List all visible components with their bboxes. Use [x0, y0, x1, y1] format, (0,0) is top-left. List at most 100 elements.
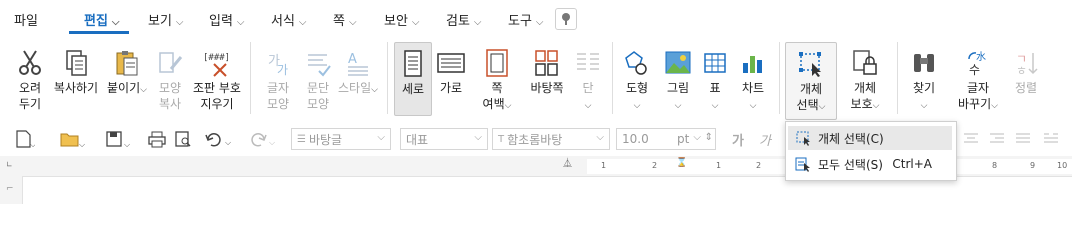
page-margin-button[interactable]: 쪽 여백⌵ — [477, 36, 517, 120]
menu-insert[interactable]: 입력 ⌵ — [209, 10, 245, 29]
undo-button[interactable]: ⌵ — [202, 128, 236, 150]
portrait-page-icon — [396, 47, 430, 81]
menu-item-label: 모두 선택(S) — [818, 157, 883, 172]
binoculars-icon — [907, 46, 941, 80]
menu-item-object-select[interactable]: 개체 선택(C) — [788, 126, 952, 150]
chevron-down-icon: ⌵ — [712, 96, 719, 114]
shape-chevron: ⌵ — [633, 101, 641, 111]
menu-file[interactable]: 파일 — [14, 10, 38, 29]
chart-icon — [736, 46, 770, 80]
para-shape-icon — [301, 46, 335, 80]
menu-view[interactable]: 보기 ⌵ — [148, 10, 184, 29]
page-margin-label-2: 여백 — [482, 97, 505, 111]
char-replace-icon: 水수 — [961, 46, 995, 80]
print-preview-button[interactable] — [172, 128, 194, 150]
align-right-icon — [990, 133, 1004, 143]
para-shape-button[interactable]: 문단 모양 — [296, 36, 340, 120]
copy-button[interactable]: 복사하기 — [50, 36, 102, 120]
chevron-down-icon: ⌵ — [634, 96, 641, 114]
menu-file-label: 파일 — [14, 14, 38, 29]
chevron-down-icon: ⌵ — [111, 17, 120, 28]
first-line-indent-marker-icon[interactable]: ⌛ — [676, 158, 687, 168]
font-size-value: 10.0 — [622, 132, 649, 146]
pin-icon — [562, 13, 570, 25]
align-right-button[interactable] — [986, 128, 1008, 150]
object-protect-button[interactable]: 개체 보호⌵ — [843, 36, 887, 120]
paste-button[interactable]: 붙이기⌵ — [105, 36, 149, 120]
chevron-down-icon: ⌵ — [348, 17, 357, 28]
chevron-down-icon: ⌵ — [585, 96, 592, 114]
ribbon-separator — [387, 42, 388, 114]
table-button[interactable]: 표 ⌵ — [697, 36, 733, 120]
svg-text:가: 가 — [277, 63, 288, 77]
chevron-down-icon: ⌵ — [377, 132, 385, 143]
folder-icon: ⌵ — [60, 133, 85, 149]
ruler-corner-icon: ∟ — [6, 160, 13, 169]
portrait-button[interactable]: 세로 — [394, 42, 432, 116]
char-shape-button[interactable]: 가가 글자 모양 — [256, 36, 300, 120]
picture-icon — [661, 46, 695, 80]
menu-format-label: 서식 — [271, 14, 295, 29]
ribbon-toggle-button[interactable] — [555, 8, 577, 30]
font-combo[interactable]: T 함초롬바탕 ⌵ — [492, 128, 610, 150]
align-center-button[interactable] — [960, 128, 982, 150]
object-select-menu: 개체 선택(C) 모두 선택(S) Ctrl+A — [785, 121, 957, 181]
print-button[interactable] — [146, 128, 168, 150]
menu-tools[interactable]: 도구 ⌵ — [508, 10, 544, 29]
menu-page[interactable]: 쪽 ⌵ — [333, 10, 357, 29]
clear-format-button[interactable]: [###] 조판 부호 지우기 — [190, 36, 244, 120]
language-combo[interactable]: 대표 ⌵ — [400, 128, 488, 150]
menu-format[interactable]: 서식 ⌵ — [271, 10, 307, 29]
svg-text:⌵: ⌵ — [225, 138, 231, 147]
char-shape-icon: 가가 — [261, 46, 295, 80]
align-distribute-button[interactable] — [1012, 128, 1034, 150]
columns-button[interactable]: 단 ⌵ — [570, 36, 606, 120]
ruler-marker-icon: ⌐ — [6, 184, 14, 194]
chart-label: 차트 — [741, 81, 765, 95]
bold-button[interactable]: 가 — [727, 128, 749, 150]
columns-icon — [571, 46, 605, 80]
menu-edit-label: 편집 — [84, 14, 108, 29]
new-document-button[interactable]: ⌵ — [10, 128, 38, 150]
picture-button[interactable]: 그림 ⌵ — [658, 36, 698, 120]
clear-marks-icon: [###] — [200, 46, 234, 80]
landscape-button[interactable]: 가로 — [432, 36, 470, 120]
picture-label: 그림 — [666, 81, 690, 95]
cut-button[interactable]: 오려 두기 — [8, 36, 52, 120]
spin-icon[interactable]: ⇕ — [705, 132, 713, 143]
font-size-combo[interactable]: 10.0 pt ⌵ ⇕ — [616, 128, 716, 150]
shape-button[interactable]: 도형 ⌵ — [617, 36, 657, 120]
menu-item-select-all[interactable]: 모두 선택(S) Ctrl+A — [788, 152, 952, 176]
background-page-button[interactable]: 바탕쪽 — [525, 36, 569, 120]
chevron-down-icon: ⌵ — [818, 102, 826, 112]
chart-button[interactable]: 차트 ⌵ — [733, 36, 773, 120]
para-shape-label-2: 모양 — [306, 97, 330, 111]
svg-text:⌵: ⌵ — [124, 140, 130, 149]
align-divide-button[interactable] — [1040, 128, 1062, 150]
object-select-label-2: 선택 — [796, 98, 819, 112]
format-painter-icon — [153, 46, 187, 80]
find-button[interactable]: 찾기 ⌵ — [904, 36, 944, 120]
menu-review[interactable]: 검토 ⌵ — [446, 10, 482, 29]
italic-button[interactable]: 가 — [754, 128, 776, 150]
lock-icon — [848, 46, 882, 80]
left-indent-marker-icon[interactable]: ⏅ — [563, 156, 572, 169]
align-distribute-icon — [1016, 133, 1030, 143]
chevron-down-icon: ⌵ — [175, 17, 184, 28]
object-select-button[interactable]: 개체 선택⌵ — [785, 42, 837, 120]
char-replace-button[interactable]: 水수 글자 바꾸기⌵ — [952, 36, 1004, 120]
open-button[interactable]: ⌵ — [58, 128, 86, 150]
columns-label: 단 — [582, 81, 594, 95]
style-icon: A — [341, 46, 375, 80]
paste-label-row: 붙이기⌵ — [107, 80, 147, 98]
redo-button[interactable]: ⌵ — [246, 128, 280, 150]
menu-edit[interactable]: 편집 ⌵ — [84, 10, 120, 29]
save-button[interactable]: ⌵ — [104, 128, 132, 150]
picture-chevron: ⌵ — [674, 101, 682, 111]
style-combo[interactable]: ☰ 바탕글 ⌵ — [291, 128, 391, 150]
format-copy-button[interactable]: 모양 복사 — [148, 36, 192, 120]
style-button[interactable]: A 스타일⌵ — [336, 36, 380, 120]
sort-button[interactable]: ㄱㅎ 정렬 — [1006, 36, 1046, 120]
menu-security[interactable]: 보안 ⌵ — [384, 10, 420, 29]
object-select-label: 개체 — [799, 82, 823, 96]
